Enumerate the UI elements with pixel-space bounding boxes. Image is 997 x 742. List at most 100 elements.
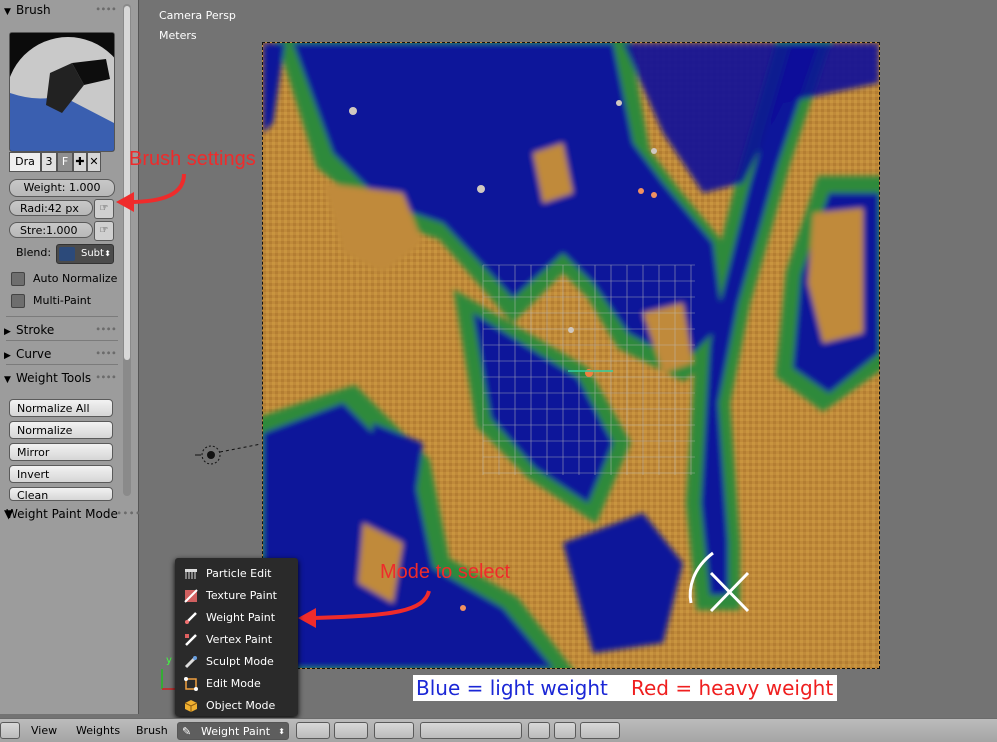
operator-panel-header[interactable]: ▼ Weight Paint Mode ∙∙∙∙ (0, 504, 141, 524)
menu-item-label: Texture Paint (206, 589, 277, 602)
brush-menu[interactable]: Brush (136, 719, 168, 742)
object-cube-icon (184, 700, 198, 712)
blend-mode-select[interactable]: Subt ⬍ (56, 244, 114, 264)
brush-users-count[interactable]: 3 (41, 152, 57, 172)
units-label: Meters (159, 29, 197, 42)
menu-item-edit-mode[interactable]: Edit Mode (181, 675, 295, 693)
shelf-scrollbar[interactable] (123, 4, 131, 496)
radius-field[interactable]: Radi:42 px (9, 200, 93, 216)
multi-paint-label: Multi-Paint (33, 294, 92, 307)
annotation-arrow-icon (298, 590, 431, 628)
brush-name-field[interactable]: Dra (9, 152, 41, 172)
layer-lock-icon[interactable] (528, 722, 550, 739)
texture-brush-icon (184, 589, 198, 603)
vertex-brush-icon (185, 634, 197, 646)
panel-grip-icon[interactable]: ∙∙∙∙ (95, 320, 117, 340)
viewport-shading-select[interactable] (296, 722, 330, 739)
interaction-mode-value: Weight Paint (201, 725, 271, 738)
strength-field[interactable]: Stre:1.000 (9, 222, 93, 238)
legend-light-weight: Blue = light weight (416, 676, 608, 700)
divider (6, 340, 118, 341)
updown-arrows-icon: ⬍ (104, 249, 111, 258)
axis-y-label: y (166, 655, 172, 666)
stroke-panel-header[interactable]: ▶ Stroke ∙∙∙∙ (4, 320, 118, 340)
operator-panel-label: Weight Paint Mode (6, 507, 118, 521)
clean-button[interactable]: Clean (9, 487, 113, 501)
menu-item-particle-edit[interactable]: Particle Edit (181, 565, 295, 583)
lamp-icon[interactable] (191, 438, 261, 472)
mode-to-select-annotation: Mode to select (380, 561, 511, 583)
menu-item-label: Weight Paint (206, 611, 276, 624)
weight-brush-icon: ✎ (182, 725, 192, 738)
pivot-point-select[interactable] (334, 722, 368, 739)
mirror-button[interactable]: Mirror (9, 443, 113, 461)
divider (6, 364, 118, 365)
tool-shelf: ▼ Brush ∙∙∙∙ Dra 3 F ✚ ✕ Weight: 1.000 Ra… (0, 0, 141, 714)
menu-item-label: Sculpt Mode (206, 655, 274, 668)
normalize-all-button[interactable]: Normalize All (9, 399, 113, 417)
menu-item-vertex-paint[interactable]: Vertex Paint (181, 631, 295, 649)
panel-grip-icon[interactable]: ∙∙∙∙ (95, 344, 117, 364)
collapsed-triangle-icon: ▶ (4, 327, 11, 337)
add-brush-icon[interactable]: ✚ (73, 152, 87, 172)
brush-panel-header[interactable]: ▼ Brush ∙∙∙∙ (4, 0, 118, 20)
panel-grip-icon[interactable]: ∙∙∙∙ (116, 504, 141, 524)
render-animation-icon[interactable] (580, 722, 620, 739)
interaction-mode-select[interactable]: ✎ Weight Paint ⬍ (177, 722, 289, 740)
invert-button[interactable]: Invert (9, 465, 113, 483)
terrain-weight-map (263, 43, 879, 668)
delete-brush-icon[interactable]: ✕ (87, 152, 101, 172)
blend-brush-icon (59, 247, 75, 261)
fake-user-toggle[interactable]: F (57, 152, 73, 172)
menu-item-label: Particle Edit (206, 567, 272, 580)
edit-mesh-icon (184, 677, 198, 691)
auto-normalize-checkbox[interactable] (11, 272, 25, 286)
curve-panel-header[interactable]: ▶ Curve ∙∙∙∙ (4, 344, 118, 364)
weight-legend: Blue = light weight Red = heavy weight (413, 675, 837, 701)
updown-arrows-icon: ⬍ (278, 727, 285, 736)
menu-item-label: Object Mode (206, 699, 276, 712)
mode-popup-menu: Particle Edit Texture Paint Weight Paint… (175, 558, 298, 716)
expanded-triangle-icon: ▼ (4, 7, 11, 17)
weight-field[interactable]: Weight: 1.000 (9, 179, 115, 197)
divider (6, 316, 118, 317)
weight-painted-mesh[interactable] (262, 42, 880, 669)
particle-comb-icon (185, 569, 197, 579)
brush-panel-label: Brush (16, 3, 51, 17)
auto-normalize-label: Auto Normalize (33, 272, 118, 285)
expanded-triangle-icon: ▼ (4, 375, 11, 385)
pressure-strength-icon[interactable]: ☞ (94, 221, 114, 241)
stroke-panel-label: Stroke (16, 323, 55, 337)
brush-preview-thumbnail[interactable] (9, 32, 115, 152)
menu-item-weight-paint[interactable]: Weight Paint (181, 609, 295, 627)
sculpt-brush-icon (184, 656, 197, 669)
collapsed-triangle-icon: ▶ (4, 351, 11, 361)
panel-grip-icon[interactable]: ∙∙∙∙ (95, 368, 117, 388)
brush-datablock-row: Dra 3 F ✚ ✕ (9, 152, 113, 172)
weight-brush-icon (185, 612, 197, 624)
view-name: Camera Persp (159, 9, 236, 22)
curve-panel-label: Curve (16, 347, 52, 361)
weight-tools-panel-header[interactable]: ▼ Weight Tools ∙∙∙∙ (4, 368, 118, 388)
weights-menu[interactable]: Weights (76, 719, 120, 742)
pressure-radius-icon[interactable]: ☞ (94, 199, 114, 219)
menu-item-object-mode[interactable]: Object Mode (181, 697, 295, 715)
view-menu[interactable]: View (31, 719, 57, 742)
panel-grip-icon[interactable]: ∙∙∙∙ (95, 0, 117, 20)
weight-tools-panel-label: Weight Tools (16, 371, 92, 385)
blend-mode-value: Subt (81, 248, 104, 259)
legend-heavy-weight: Red = heavy weight (631, 676, 834, 700)
editor-type-icon[interactable] (0, 722, 20, 739)
menu-item-label: Vertex Paint (206, 633, 273, 646)
blend-label: Blend: (16, 246, 52, 259)
multi-paint-checkbox[interactable] (11, 294, 25, 308)
brush-sphere-icon (10, 33, 114, 151)
render-icon[interactable] (554, 722, 576, 739)
annotation-arrow-icon (116, 173, 186, 212)
menu-item-texture-paint[interactable]: Texture Paint (181, 587, 295, 605)
normalize-button[interactable]: Normalize (9, 421, 113, 439)
layer-buttons[interactable] (420, 722, 522, 739)
menu-item-sculpt-mode[interactable]: Sculpt Mode (181, 653, 295, 671)
face-mask-toggle[interactable] (374, 722, 414, 739)
viewport-header: View Weights Brush ✎ Weight Paint ⬍ (0, 718, 997, 742)
